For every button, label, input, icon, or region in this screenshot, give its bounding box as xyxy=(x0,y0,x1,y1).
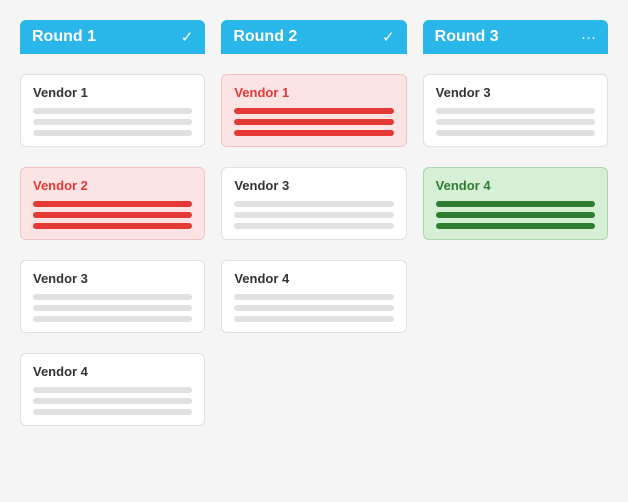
round1-cards: Vendor 1 Vendor 2 Vendor 3 Vendor 4 xyxy=(20,54,205,426)
bar-line-2 xyxy=(234,305,393,311)
round3-cards: Vendor 3 Vendor 4 xyxy=(423,54,608,240)
vendor-card[interactable]: Vendor 4 xyxy=(221,260,406,333)
bar-line-3 xyxy=(234,223,393,229)
bar-line-3 xyxy=(33,223,192,229)
vendor-name: Vendor 1 xyxy=(234,85,393,100)
vendor-name: Vendor 4 xyxy=(234,271,393,286)
vendor-card[interactable]: Vendor 4 xyxy=(423,167,608,240)
round2-header[interactable]: Round 2 ✓ xyxy=(221,20,406,54)
bar-line-3 xyxy=(436,223,595,229)
bar-line-1 xyxy=(33,387,192,393)
more-icon: ··· xyxy=(581,29,596,46)
checkmark-icon: ✓ xyxy=(382,28,395,46)
round1-header[interactable]: Round 1 ✓ xyxy=(20,20,205,54)
round2-title: Round 2 xyxy=(233,28,297,46)
bar-line-2 xyxy=(436,119,595,125)
vendor-name: Vendor 4 xyxy=(33,364,192,379)
vendor-card[interactable]: Vendor 3 xyxy=(221,167,406,240)
bar-line-2 xyxy=(33,119,192,125)
vendor-card[interactable]: Vendor 1 xyxy=(221,74,406,147)
vendor-name: Vendor 1 xyxy=(33,85,192,100)
round-round3: Round 3 ··· Vendor 3 Vendor 4 xyxy=(423,20,608,240)
round1-title: Round 1 xyxy=(32,28,96,46)
vendor-name: Vendor 4 xyxy=(436,178,595,193)
rounds-container: Round 1 ✓ Vendor 1 Vendor 2 Vendor 3 Vendor 4… xyxy=(20,20,608,426)
bar-line-1 xyxy=(436,108,595,114)
vendor-name: Vendor 2 xyxy=(33,178,192,193)
round2-cards: Vendor 1 Vendor 3 Vendor 4 xyxy=(221,54,406,333)
round-round2: Round 2 ✓ Vendor 1 Vendor 3 Vendor 4 xyxy=(221,20,406,333)
vendor-name: Vendor 3 xyxy=(436,85,595,100)
bar-line-2 xyxy=(234,119,393,125)
vendor-name: Vendor 3 xyxy=(33,271,192,286)
bar-line-1 xyxy=(33,294,192,300)
bar-line-1 xyxy=(234,294,393,300)
vendor-name: Vendor 3 xyxy=(234,178,393,193)
round3-header[interactable]: Round 3 ··· xyxy=(423,20,608,54)
bar-line-2 xyxy=(234,212,393,218)
vendor-card[interactable]: Vendor 3 xyxy=(20,260,205,333)
checkmark-icon: ✓ xyxy=(181,28,194,46)
bar-line-3 xyxy=(33,409,192,415)
round-round1: Round 1 ✓ Vendor 1 Vendor 2 Vendor 3 Vendor 4 xyxy=(20,20,205,426)
vendor-card[interactable]: Vendor 3 xyxy=(423,74,608,147)
bar-line-1 xyxy=(234,108,393,114)
vendor-card[interactable]: Vendor 2 xyxy=(20,167,205,240)
bar-line-1 xyxy=(33,108,192,114)
bar-line-1 xyxy=(436,201,595,207)
bar-line-2 xyxy=(33,212,192,218)
bar-line-3 xyxy=(33,316,192,322)
bar-line-2 xyxy=(33,398,192,404)
vendor-card[interactable]: Vendor 4 xyxy=(20,353,205,426)
bar-line-2 xyxy=(33,305,192,311)
bar-line-3 xyxy=(436,130,595,136)
bar-line-3 xyxy=(33,130,192,136)
bar-line-3 xyxy=(234,316,393,322)
bar-line-1 xyxy=(33,201,192,207)
bar-line-2 xyxy=(436,212,595,218)
bar-line-1 xyxy=(234,201,393,207)
bar-line-3 xyxy=(234,130,393,136)
vendor-card[interactable]: Vendor 1 xyxy=(20,74,205,147)
round3-title: Round 3 xyxy=(435,28,499,46)
